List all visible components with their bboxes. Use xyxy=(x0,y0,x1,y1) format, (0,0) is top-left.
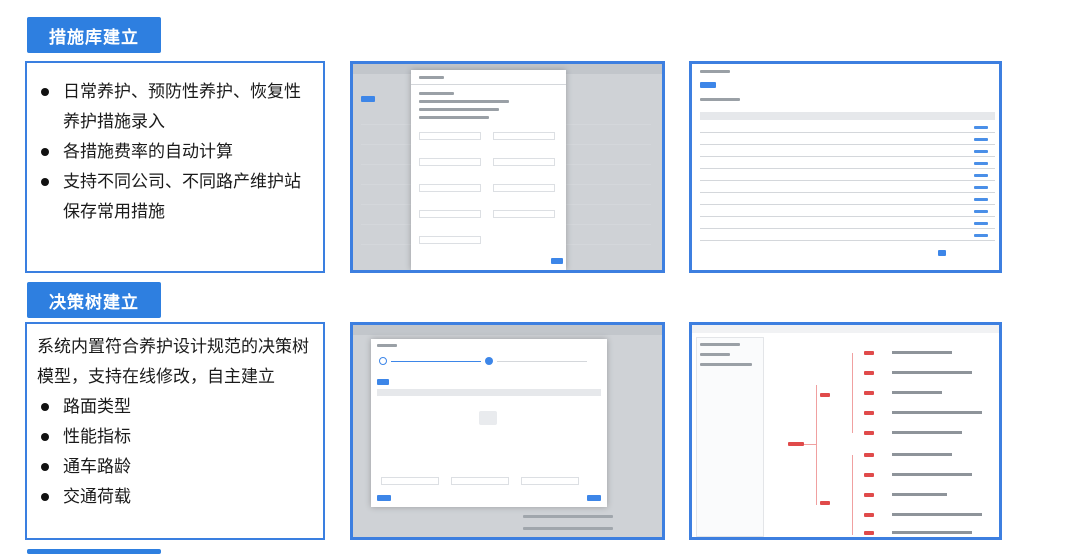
bullet-item: 性能指标 xyxy=(37,422,313,452)
screenshot-measure-edit-dialog xyxy=(350,61,665,273)
decision-tree-bullets: 路面类型 性能指标 通车路龄 交通荷载 xyxy=(27,392,323,512)
bullet-item: 支持不同公司、不同路产维护站保存常用措施 xyxy=(37,167,313,227)
wizard-dialog xyxy=(371,339,607,507)
measure-library-card: 日常养护、预防性养护、恢复性养护措施录入 各措施费率的自动计算 支持不同公司、不… xyxy=(25,61,325,273)
screenshot-decision-tree-view xyxy=(689,322,1002,540)
edit-dialog xyxy=(411,70,566,270)
bullet-item: 各措施费率的自动计算 xyxy=(37,137,313,167)
section-title-partial xyxy=(27,549,161,554)
bullet-item: 交通荷载 xyxy=(37,482,313,512)
section-title-decision-tree: 决策树建立 xyxy=(27,282,161,318)
decision-tree-card: 系统内置符合养护设计规范的决策树模型，支持在线修改，自主建立 路面类型 性能指标… xyxy=(25,322,325,540)
screenshot-measure-list xyxy=(689,61,1002,273)
decision-tree-intro: 系统内置符合养护设计规范的决策树模型，支持在线修改，自主建立 xyxy=(37,337,309,387)
bullet-item: 日常养护、预防性养护、恢复性养护措施录入 xyxy=(37,77,313,137)
bullet-item: 路面类型 xyxy=(37,392,313,422)
bullet-item: 通车路龄 xyxy=(37,452,313,482)
section-title-measure-library: 措施库建立 xyxy=(27,17,161,53)
measure-library-bullets: 日常养护、预防性养护、恢复性养护措施录入 各措施费率的自动计算 支持不同公司、不… xyxy=(27,63,323,227)
screenshot-decision-tree-wizard xyxy=(350,322,665,540)
